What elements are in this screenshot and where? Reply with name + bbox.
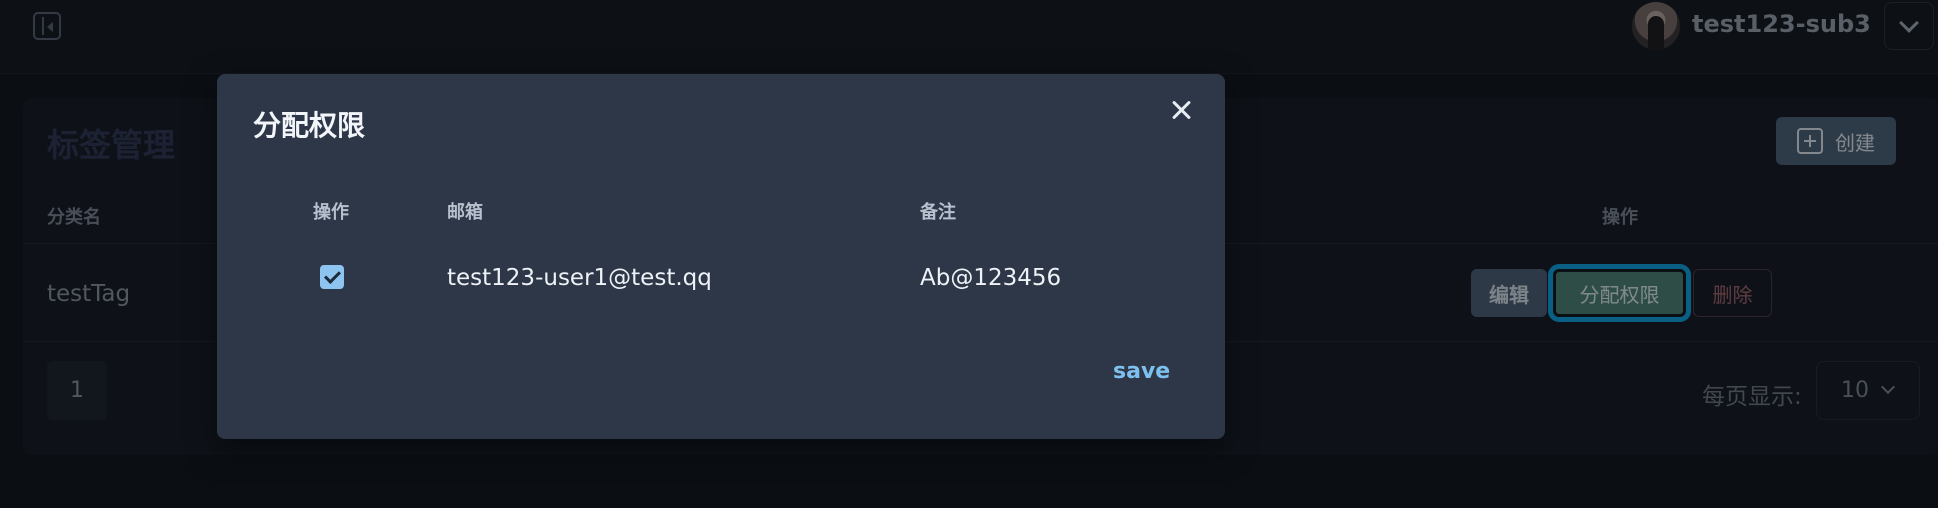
- modal-column-note: 备注: [920, 202, 956, 223]
- assign-permissions-modal: 分配权限 操作 邮箱 备注 test123-user1@test.qq Ab@1…: [217, 74, 1225, 439]
- save-button[interactable]: save: [1113, 359, 1170, 384]
- user-select-checkbox[interactable]: [320, 265, 344, 289]
- modal-cell-note: Ab@123456: [920, 265, 1062, 291]
- modal-column-email: 邮箱: [447, 202, 483, 223]
- modal-cell-email: test123-user1@test.qq: [447, 265, 712, 291]
- modal-column-action: 操作: [313, 202, 349, 223]
- close-icon[interactable]: [1168, 96, 1196, 124]
- modal-title: 分配权限: [253, 109, 366, 142]
